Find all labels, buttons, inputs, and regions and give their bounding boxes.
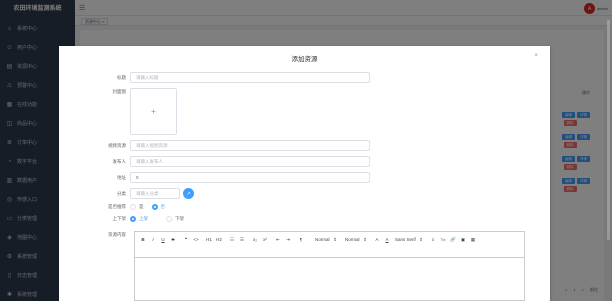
plus-icon: +	[151, 107, 156, 116]
font-select-value: Sans Serif	[395, 237, 416, 242]
address-label: 地址	[117, 174, 126, 180]
close-icon[interactable]: ×	[534, 53, 538, 59]
rich-text-editor: B I U S ❝ <> H1 H2 ☷ ☰ x₂ x² ⇤ ⇥ ¶ Norma…	[134, 231, 525, 301]
category-input[interactable]: 请输入分类	[130, 188, 180, 199]
recommend-no-radio[interactable]: 否	[151, 204, 165, 210]
title-label: 标题	[117, 74, 126, 80]
code-block-button[interactable]: <>	[192, 235, 200, 244]
font-select-arrow-icon: ⇕	[419, 236, 423, 242]
recommend-row: 是否推荐 是 否	[59, 204, 173, 210]
heading1-button[interactable]: H1	[205, 235, 213, 244]
dialog-title: 添加资源	[291, 56, 318, 63]
status-row: 上下架 上架 下架	[59, 216, 192, 222]
status-label: 上下架	[112, 216, 127, 221]
font-color-button[interactable]: A	[373, 235, 381, 244]
bullet-list-button[interactable]: ☰	[238, 235, 246, 244]
size-select[interactable]: Normal ⇕	[313, 235, 339, 244]
content-label: 资源内容	[108, 232, 126, 237]
header-select[interactable]: Normal ⇕	[343, 235, 369, 244]
size-select-arrow-icon: ⇕	[333, 236, 337, 242]
category-picker-button[interactable]: ↗	[183, 188, 194, 199]
add-resource-dialog: 添加资源 × 标题 请输入标题 封面图 + 视频资源 请输入视频资源 发布人 请…	[59, 46, 550, 301]
clean-format-button[interactable]: Tx	[439, 235, 447, 244]
editor-toolbar: B I U S ❝ <> H1 H2 ☷ ☰ x₂ x² ⇤ ⇥ ¶ Norma…	[135, 232, 524, 258]
recommend-yes-radio[interactable]: 是	[130, 204, 144, 210]
video-button[interactable]: ▦	[469, 235, 477, 244]
content-row: 资源内容	[59, 232, 130, 238]
size-select-value: Normal	[315, 237, 330, 242]
video-row: 视频资源 请输入视频资源	[59, 140, 370, 151]
bold-button[interactable]: B	[139, 235, 147, 244]
header-select-value: Normal	[345, 237, 360, 242]
subscript-button[interactable]: x₂	[251, 235, 259, 244]
underline-button[interactable]: U	[159, 235, 167, 244]
indent-button[interactable]: ⇥	[284, 235, 292, 244]
category-row: 分类 请输入分类 ↗	[59, 188, 194, 199]
link-button[interactable]: 🔗	[449, 235, 457, 244]
address-input[interactable]: 0	[130, 172, 370, 183]
title-input[interactable]: 请输入标题	[130, 72, 370, 83]
video-input[interactable]: 请输入视频资源	[130, 140, 370, 151]
page-scrollbar[interactable]	[607, 20, 610, 240]
video-label: 视频资源	[108, 142, 126, 148]
status-off-shelf-radio[interactable]: 下架	[166, 216, 184, 222]
image-button[interactable]: ▣	[459, 235, 467, 244]
editor-content-area[interactable]	[135, 258, 524, 300]
recommend-label: 是否推荐	[108, 204, 126, 209]
cover-upload[interactable]: +	[130, 88, 177, 135]
direction-button[interactable]: ¶	[297, 235, 305, 244]
italic-button[interactable]: I	[149, 235, 157, 244]
category-label: 分类	[117, 190, 126, 196]
ordered-list-button[interactable]: ☷	[228, 235, 236, 244]
heading2-button[interactable]: H2	[215, 235, 223, 244]
cover-row: 封面图 +	[59, 88, 177, 135]
outdent-button[interactable]: ⇤	[274, 235, 282, 244]
background-color-button[interactable]: A	[383, 235, 391, 244]
font-select[interactable]: Sans Serif ⇕	[393, 235, 425, 244]
author-label: 发布人	[112, 158, 127, 164]
cover-label: 封面图	[112, 89, 127, 94]
author-row: 发布人 请输入发布人	[59, 156, 370, 167]
status-on-shelf-radio[interactable]: 上架	[130, 216, 148, 222]
superscript-button[interactable]: x²	[261, 235, 269, 244]
header-select-arrow-icon: ⇕	[363, 236, 367, 242]
address-row: 地址 0	[59, 172, 370, 183]
title-row: 标题 请输入标题	[59, 72, 370, 83]
blockquote-button[interactable]: ❝	[182, 235, 190, 244]
strike-button[interactable]: S	[169, 235, 177, 244]
align-button[interactable]: ≡	[429, 235, 437, 244]
author-input[interactable]: 请输入发布人	[130, 156, 370, 167]
